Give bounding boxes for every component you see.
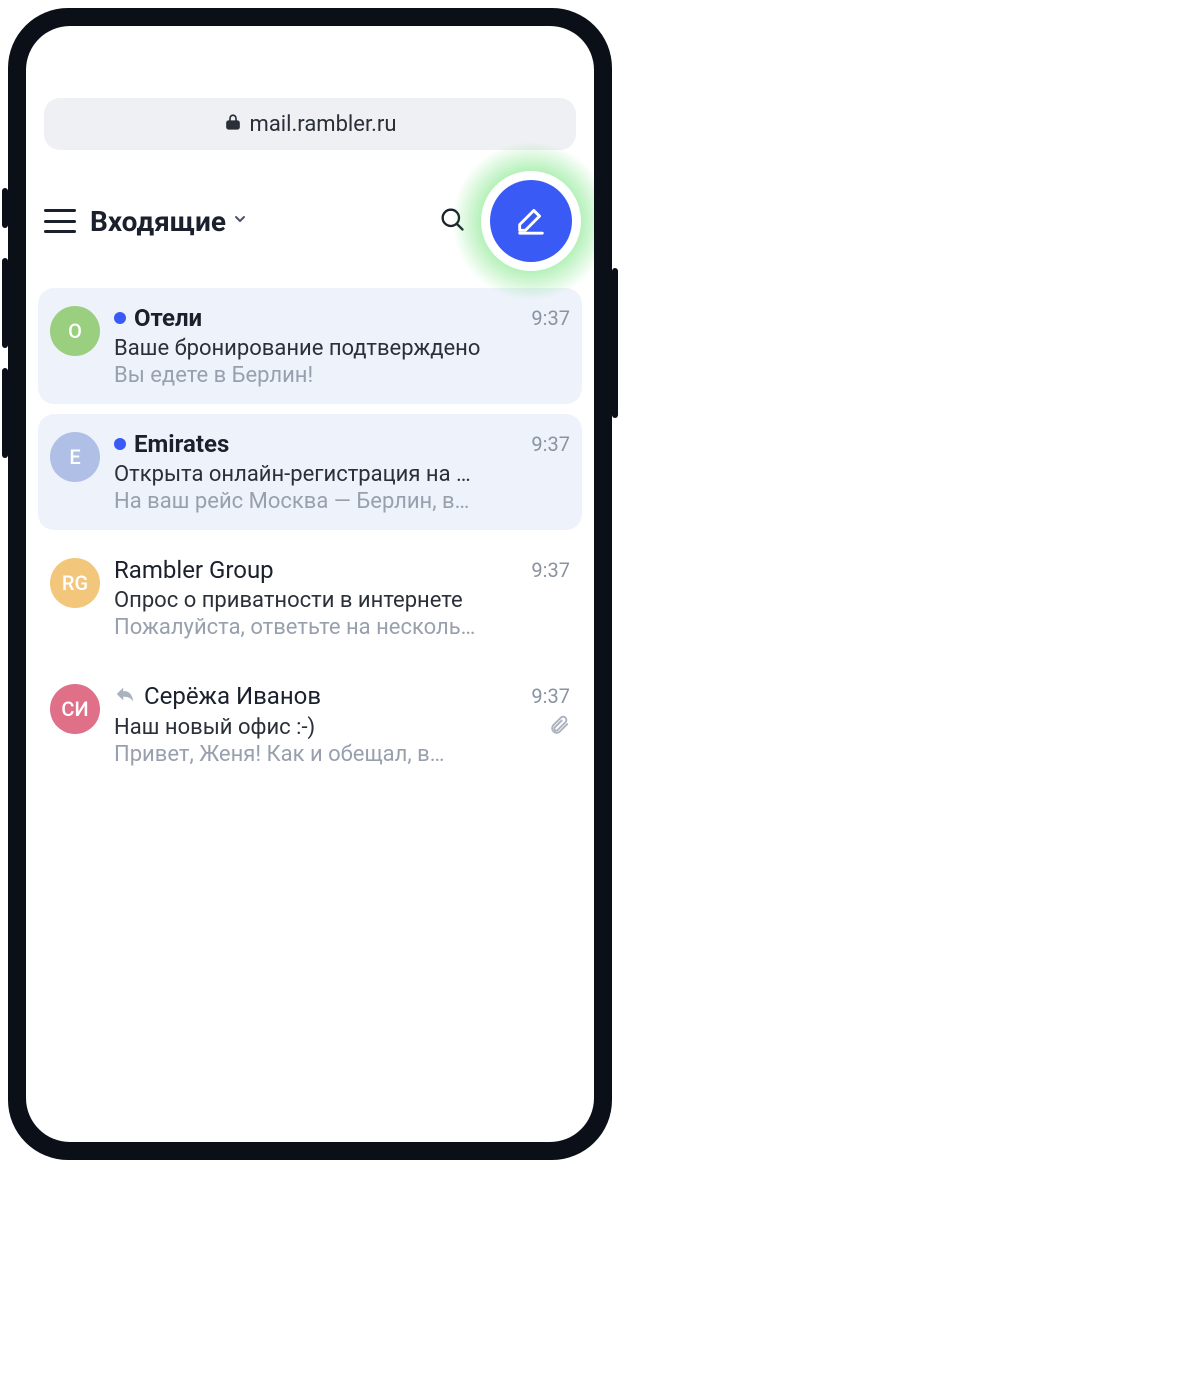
mail-preview: Пожалуйста, ответьте на несколь… <box>114 615 570 640</box>
mail-subject-row: Наш новый офис :-) <box>114 714 570 740</box>
mail-sender: Серёжа Иванов <box>144 682 321 710</box>
mail-sender: Emirates <box>134 430 229 458</box>
chevron-down-icon <box>232 211 248 232</box>
mail-time: 9:37 <box>521 306 570 330</box>
mail-subject: Наш новый офис :-) <box>114 715 538 740</box>
mail-subject-row: Открыта онлайн-регистрация на … <box>114 462 570 487</box>
pencil-icon <box>514 202 548 240</box>
mail-subject: Открыта онлайн-регистрация на … <box>114 462 570 487</box>
search-icon <box>438 205 466 237</box>
mail-item[interactable]: E Emirates 9:37 Открыта онлайн-регистрация … <box>38 414 582 530</box>
mail-top-row: Отели 9:37 <box>114 304 570 332</box>
mail-time: 9:37 <box>521 684 570 708</box>
mail-preview: Привет, Женя! Как и обещал, в… <box>114 742 570 767</box>
mail-preview: Вы едете в Берлин! <box>114 363 570 388</box>
mail-subject: Ваше бронирование подтверждено <box>114 336 570 361</box>
avatar: RG <box>50 558 100 608</box>
mail-item[interactable]: СИ Серёжа Иванов 9:37 Наш новый офис :-)При… <box>38 666 582 783</box>
url-text: mail.rambler.ru <box>250 112 397 137</box>
mail-top-row: Серёжа Иванов 9:37 <box>114 682 570 710</box>
browser-url-bar[interactable]: mail.rambler.ru <box>44 98 576 150</box>
mail-sender: Отели <box>134 304 202 332</box>
search-button[interactable] <box>432 201 472 241</box>
compose-button[interactable] <box>490 180 572 262</box>
avatar: СИ <box>50 684 100 734</box>
mail-body: Emirates 9:37 Открыта онлайн-регистрация н… <box>114 430 570 514</box>
avatar: E <box>50 432 100 482</box>
unread-dot-icon <box>114 438 126 450</box>
app-toolbar: Входящие <box>26 150 594 288</box>
reply-arrow-icon <box>114 683 136 709</box>
lock-icon <box>224 112 242 137</box>
mail-subject: Опрос о приватности в интернете <box>114 588 570 613</box>
mail-list[interactable]: O Отели 9:37 Ваше бронирование подтверждено… <box>26 288 594 1142</box>
mail-body: Rambler Group 9:37 Опрос о приватности в и… <box>114 556 570 640</box>
side-button <box>2 258 8 348</box>
screen: mail.rambler.ru Входящие <box>26 26 594 1142</box>
mail-time: 9:37 <box>521 432 570 456</box>
phone-frame: mail.rambler.ru Входящие <box>8 8 612 1160</box>
unread-dot-icon <box>114 312 126 324</box>
side-button <box>2 188 8 228</box>
mail-item[interactable]: RG Rambler Group 9:37 Опрос о приватности в… <box>38 540 582 656</box>
mail-body: Отели 9:37 Ваше бронирование подтвержденоВ… <box>114 304 570 388</box>
compose-button-wrap <box>486 176 576 266</box>
avatar: O <box>50 306 100 356</box>
menu-button[interactable] <box>44 209 76 233</box>
side-button <box>612 268 618 418</box>
attachment-icon <box>538 714 570 740</box>
mail-subject-row: Опрос о приватности в интернете <box>114 588 570 613</box>
mail-item[interactable]: O Отели 9:37 Ваше бронирование подтверждено… <box>38 288 582 404</box>
folder-title-label: Входящие <box>90 205 226 238</box>
mail-top-row: Emirates 9:37 <box>114 430 570 458</box>
mail-preview: На ваш рейс Москва — Берлин, в… <box>114 489 570 514</box>
mail-top-row: Rambler Group 9:37 <box>114 556 570 584</box>
mail-sender: Rambler Group <box>114 556 274 584</box>
mail-body: Серёжа Иванов 9:37 Наш новый офис :-)Приве… <box>114 682 570 767</box>
mail-time: 9:37 <box>521 558 570 582</box>
side-button <box>2 368 8 458</box>
folder-selector[interactable]: Входящие <box>90 205 248 238</box>
mail-subject-row: Ваше бронирование подтверждено <box>114 336 570 361</box>
